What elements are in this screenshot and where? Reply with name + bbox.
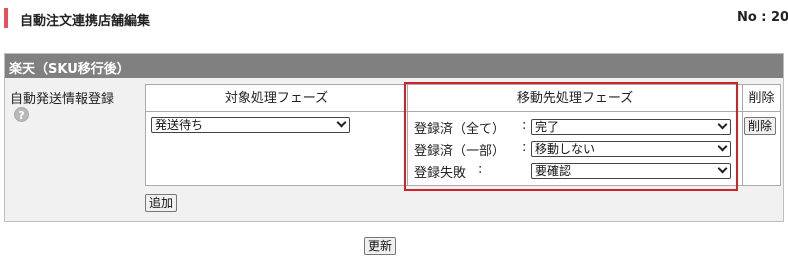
- rakuten-section: 楽天（SKU移行後） 自動発送情報登録 ? 対象処理フェーズ 移動先処理フェーズ…: [4, 53, 784, 222]
- column-header-target: 対象処理フェーズ: [146, 85, 408, 112]
- help-icon[interactable]: ?: [14, 107, 29, 122]
- delete-cell: 削除: [742, 112, 780, 185]
- column-header-move: 移動先処理フェーズ: [408, 85, 742, 112]
- move-value-all: 完了: [535, 120, 560, 134]
- update-button[interactable]: 更新: [364, 237, 397, 255]
- colon: :: [522, 118, 527, 133]
- delete-button[interactable]: 削除: [744, 117, 777, 135]
- target-cell: 発送待ち: [146, 112, 408, 185]
- section-body: 自動発送情報登録 ? 対象処理フェーズ 移動先処理フェーズ 削除 発送待ち 登録…: [5, 78, 783, 221]
- chevron-down-icon: [717, 119, 728, 130]
- target-phase-select[interactable]: 発送待ち: [151, 117, 350, 133]
- column-header-delete: 削除: [742, 85, 780, 112]
- move-value-partial: 移動しない: [535, 142, 596, 156]
- title-accent-bar: [4, 8, 8, 28]
- section-header: 楽天（SKU移行後）: [5, 54, 783, 78]
- move-select-partial[interactable]: 移動しない: [531, 141, 731, 157]
- page-title: 自動注文連携店舗編集: [20, 14, 151, 29]
- target-phase-value: 発送待ち: [155, 118, 204, 132]
- row-label: 自動発送情報登録: [10, 92, 115, 107]
- phase-grid: 対象処理フェーズ 移動先処理フェーズ 削除 発送待ち 登録済（全て） : 完了 …: [145, 84, 781, 186]
- page-title-bar: 自動注文連携店舗編集 No : 20-01-: [4, 7, 788, 29]
- add-button[interactable]: 追加: [145, 194, 178, 212]
- move-label-failed: 登録失敗: [414, 166, 467, 181]
- colon: :: [478, 162, 483, 177]
- chevron-down-icon: [717, 163, 728, 174]
- chevron-down-icon: [336, 117, 347, 128]
- move-select-failed[interactable]: 要確認: [531, 163, 731, 179]
- move-value-failed: 要確認: [535, 164, 572, 178]
- move-label-all: 登録済（全て）: [414, 122, 506, 137]
- move-select-all[interactable]: 完了: [531, 119, 731, 135]
- move-label-partial: 登録済（一部）: [414, 144, 506, 159]
- colon: :: [522, 140, 527, 155]
- chevron-down-icon: [717, 141, 728, 152]
- order-number: No : 20-01-: [736, 10, 788, 25]
